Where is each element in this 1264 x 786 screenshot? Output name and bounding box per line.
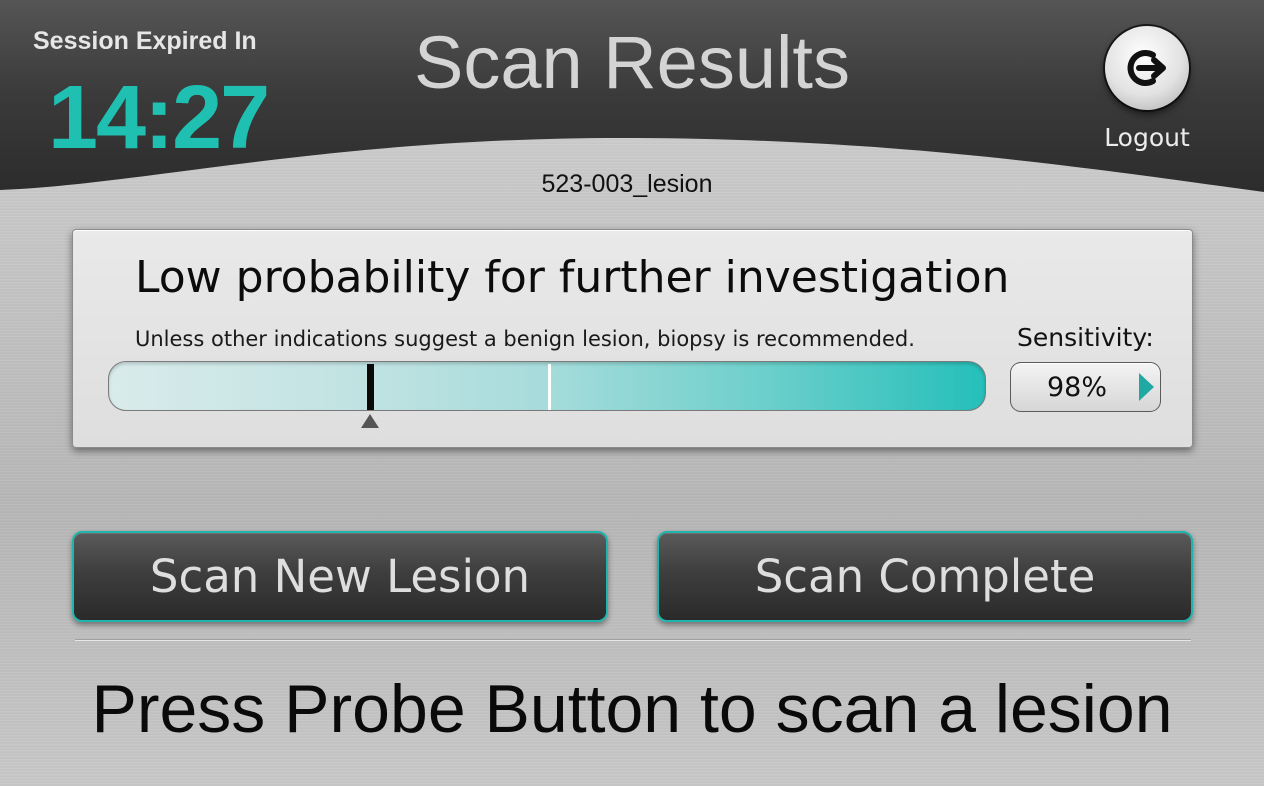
score-pointer-icon — [361, 414, 379, 428]
divider — [75, 640, 1191, 641]
page-title: Scan Results — [414, 21, 850, 104]
probe-instruction: Press Probe Button to scan a lesion — [91, 671, 1173, 747]
sensitivity-selector[interactable]: 98% — [1010, 362, 1161, 412]
score-marker — [367, 364, 374, 410]
scan-new-lesion-button[interactable]: Scan New Lesion — [72, 531, 608, 622]
logout-button[interactable] — [1105, 26, 1189, 110]
result-panel: Low probability for further investigatio… — [72, 229, 1193, 448]
result-heading: Low probability for further investigatio… — [135, 252, 1010, 303]
sensitivity-label: Sensitivity: — [1017, 323, 1154, 352]
play-arrow-icon[interactable] — [1139, 373, 1154, 401]
scan-complete-button[interactable]: Scan Complete — [657, 531, 1193, 622]
sensitivity-value: 98% — [1047, 372, 1108, 403]
scan-id: 523-003_lesion — [541, 170, 713, 198]
logout-arrow-icon — [1127, 50, 1166, 86]
logout-label[interactable]: Logout — [1095, 123, 1199, 152]
result-recommendation: Unless other indications suggest a benig… — [135, 327, 915, 351]
probability-bar — [108, 361, 986, 411]
threshold-marker — [548, 364, 551, 410]
